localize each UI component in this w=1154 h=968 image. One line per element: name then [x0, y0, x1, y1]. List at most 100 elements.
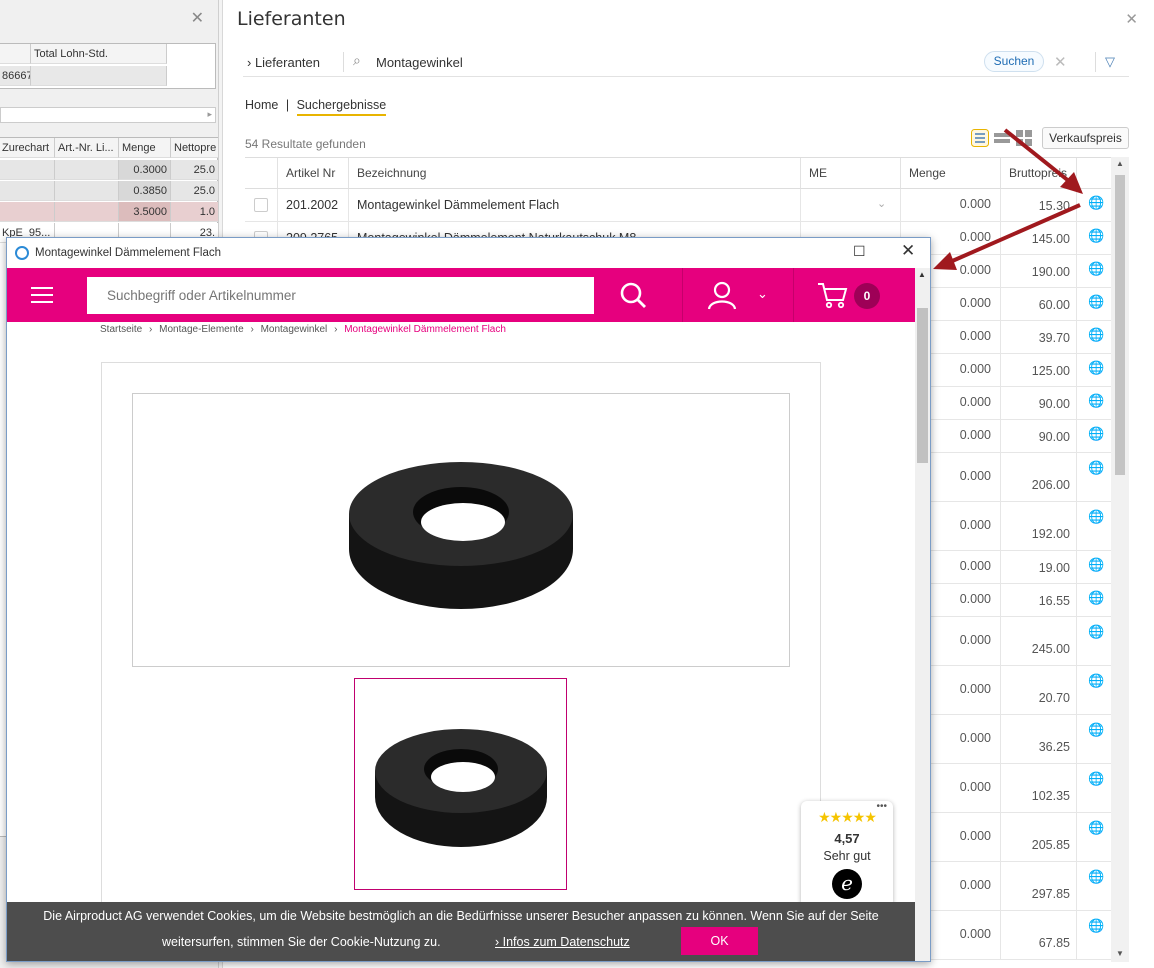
breadcrumb-item[interactable]: Startseite — [100, 324, 142, 335]
privacy-link[interactable]: › Infos zum Datenschutz — [495, 935, 630, 949]
column-header-web — [1077, 158, 1113, 189]
globe-icon[interactable]: 🌐 — [1088, 558, 1104, 573]
table-row[interactable]: 201.2002 Montagewinkel Dämmelement Flach ⌄… — [245, 189, 1113, 222]
search-scope[interactable]: › Lieferanten — [247, 55, 320, 70]
breadcrumb-separator: | — [285, 98, 290, 112]
scroll-down-icon[interactable]: ▼ — [1116, 949, 1124, 958]
table-cell — [1001, 911, 1077, 959]
scroll-up-icon[interactable]: ▲ — [1116, 159, 1124, 168]
scrollbar-track — [915, 902, 930, 961]
globe-icon[interactable]: 🌐 — [1088, 870, 1104, 885]
breadcrumb: Home | Suchergebnisse — [245, 98, 387, 116]
globe-icon[interactable]: 🌐 — [1088, 394, 1104, 409]
product-main-image[interactable] — [132, 393, 790, 667]
rating-label: Sehr gut — [823, 849, 871, 863]
close-icon[interactable]: ✕ — [1125, 10, 1138, 28]
bruttopreis-value: 245.00 — [1031, 642, 1070, 656]
chevron-down-icon[interactable]: ⌄ — [877, 197, 886, 210]
globe-icon[interactable]: 🌐 — [1088, 772, 1104, 787]
search-input[interactable]: Montagewinkel — [376, 55, 463, 70]
divider — [793, 268, 794, 322]
chevron-down-icon[interactable]: ⌄ — [757, 286, 768, 302]
globe-icon[interactable]: 🌐 — [1088, 821, 1104, 836]
scrollbar-thumb[interactable] — [1115, 175, 1125, 475]
app-icon — [15, 246, 29, 260]
bruttopreis-value: 67.85 — [1038, 936, 1070, 950]
table-cell — [31, 66, 167, 86]
table-cell — [1001, 666, 1077, 714]
price-mode-button[interactable]: Verkaufspreis — [1042, 127, 1129, 149]
globe-icon[interactable]: 🌐 — [1088, 361, 1104, 376]
clear-icon[interactable]: ✕ — [1054, 53, 1067, 71]
column-header-me[interactable]: ME — [801, 158, 901, 189]
column-header-bezeichnung[interactable]: Bezeichnung — [349, 158, 801, 189]
breadcrumb-current: Montagewinkel Dämmelement Flach — [344, 324, 506, 335]
bruttopreis-value: 205.85 — [1031, 838, 1070, 852]
list-view-icon[interactable] — [971, 129, 989, 147]
globe-icon[interactable]: 🌐 — [1088, 229, 1104, 244]
table-cell: 1.0 — [171, 202, 218, 222]
globe-icon[interactable]: 🌐 — [1088, 295, 1104, 310]
globe-icon[interactable]: 🌐 — [1088, 196, 1104, 211]
chevron-right-icon: › — [250, 324, 254, 335]
search-bar: › Lieferanten ⌕ Montagewinkel Suchen ✕ ▽ — [243, 48, 1129, 77]
filter-icon[interactable]: ▽ — [1105, 54, 1115, 70]
breadcrumb-item[interactable]: Montagewinkel — [261, 324, 328, 335]
table-cell — [0, 202, 55, 222]
product-thumbnail[interactable] — [354, 678, 567, 890]
table-cell — [55, 160, 119, 180]
horizontal-scrollbar[interactable]: ▸ — [0, 107, 216, 123]
search-button[interactable]: Suchen — [984, 51, 1044, 72]
bruttopreis-value: 102.35 — [1031, 789, 1070, 803]
bruttopreis-value: 206.00 — [1031, 478, 1070, 492]
globe-icon[interactable]: 🌐 — [1088, 674, 1104, 689]
table-cell: 25.0 — [171, 160, 218, 180]
user-icon[interactable] — [707, 280, 737, 310]
globe-icon[interactable]: 🌐 — [1088, 591, 1104, 606]
vertical-scrollbar[interactable]: ▲ — [915, 268, 930, 902]
globe-icon[interactable]: 🌐 — [1088, 262, 1104, 277]
scrollbar-thumb[interactable] — [917, 308, 928, 463]
window-title: Montagewinkel Dämmelement Flach — [35, 247, 221, 259]
scroll-up-icon[interactable]: ▲ — [918, 270, 926, 279]
globe-icon[interactable]: 🌐 — [1088, 461, 1104, 476]
close-icon[interactable]: ✕ — [191, 8, 204, 28]
globe-icon[interactable]: 🌐 — [1088, 723, 1104, 738]
breadcrumb-home[interactable]: Home — [245, 98, 278, 112]
globe-icon[interactable]: 🌐 — [1088, 328, 1104, 343]
menu-icon[interactable] — [31, 287, 53, 303]
vertical-scrollbar[interactable]: ▲ ▼ — [1111, 157, 1129, 962]
menge-value[interactable]: 0.000 — [901, 197, 991, 211]
table-cell — [0, 181, 55, 201]
scroll-right-icon[interactable]: ▸ — [207, 109, 212, 120]
breadcrumb-current[interactable]: Suchergebnisse — [296, 98, 387, 116]
breadcrumb-item[interactable]: Montage-Elemente — [159, 324, 244, 335]
divider — [1095, 52, 1096, 72]
table-cell: 0.3000 — [119, 160, 171, 180]
cookie-ok-button[interactable]: OK — [681, 927, 758, 955]
shop-search-input[interactable] — [87, 277, 594, 314]
search-icon[interactable] — [619, 281, 647, 309]
cart-icon[interactable] — [817, 281, 849, 309]
cookie-text: weitersurfen, stimmen Sie der Cookie-Nut… — [162, 935, 441, 949]
close-icon[interactable]: ✕ — [901, 241, 915, 261]
column-header-menge[interactable]: Menge — [901, 158, 1001, 189]
grid-view-icon[interactable] — [1015, 129, 1033, 147]
rating-value: 4,57 — [834, 831, 860, 846]
globe-icon[interactable]: 🌐 — [1088, 919, 1104, 934]
globe-icon[interactable]: 🌐 — [1088, 510, 1104, 525]
globe-icon[interactable]: 🌐 — [1088, 427, 1104, 442]
bruttopreis-value: 145.00 — [1031, 232, 1070, 246]
row-checkbox[interactable] — [254, 198, 268, 212]
shop-breadcrumb: Startseite › Montage-Elemente › Montagew… — [100, 324, 506, 335]
table-header: Zurechart — [0, 138, 55, 158]
column-header-artikel[interactable]: Artikel Nr — [278, 158, 349, 189]
column-header-bruttopreis[interactable]: Bruttopreis — [1001, 158, 1077, 189]
maximize-icon[interactable]: ☐ — [853, 243, 866, 260]
trust-badge[interactable]: ••• ★★★★★ 4,57 Sehr gut e — [801, 801, 893, 907]
table-header — [0, 44, 31, 64]
compact-view-icon[interactable] — [993, 129, 1011, 147]
results-grid: Artikel Nr Bezeichnung ME Menge Bruttopr… — [245, 157, 1113, 960]
divider — [343, 52, 344, 72]
globe-icon[interactable]: 🌐 — [1088, 625, 1104, 640]
